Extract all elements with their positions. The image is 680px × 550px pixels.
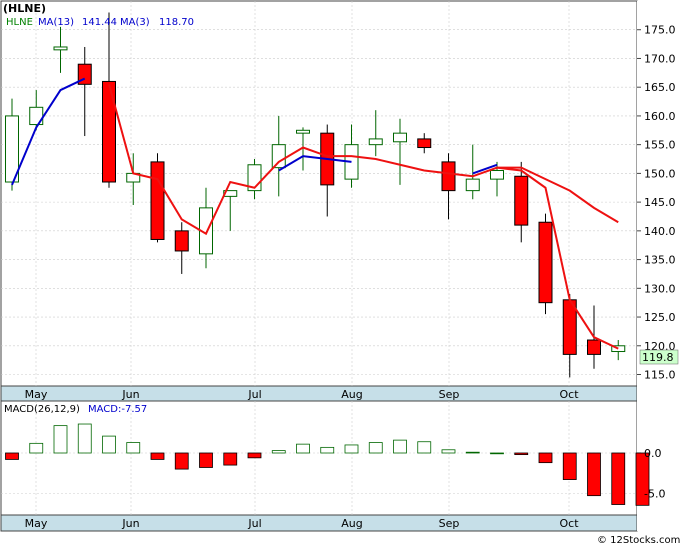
- price-ytick-label: 170.0: [644, 52, 676, 65]
- macd-bar: [223, 452, 238, 466]
- copyright: © 12Stocks.com: [597, 535, 680, 546]
- macd-value: MACD:-7.57: [88, 404, 147, 415]
- macd-xtick-label: Aug: [341, 517, 362, 530]
- chart-svg: 115.0120.0125.0130.0135.0140.0145.0150.0…: [0, 0, 680, 546]
- price-ytick-label: 125.0: [644, 311, 676, 324]
- last-price-label: 119.8: [642, 351, 674, 364]
- price-ytick-label: 155.0: [644, 139, 676, 152]
- chart-title: (HLNE): [3, 2, 46, 15]
- candle-body: [368, 138, 383, 146]
- macd-xtick-label: Sep: [439, 517, 460, 530]
- price-xtick-label: Oct: [559, 388, 579, 401]
- price-xaxis-band: [0, 385, 638, 402]
- macd-bar: [53, 425, 68, 454]
- price-ytick-label: 175.0: [644, 24, 676, 37]
- chart-container: 115.0 120.0 125.0 130.0 135.0 140.0 145.0 150.0…: [0, 0, 680, 546]
- price-ytick-label: 160.0: [644, 110, 676, 123]
- candle-body: [441, 161, 456, 192]
- candle-body: [53, 46, 68, 51]
- legend-label-hlne: HLNE: [6, 17, 33, 28]
- price-ytick-label: 145.0: [644, 196, 676, 209]
- macd-bar: [344, 444, 359, 454]
- macd-ytick-label: -5.0: [644, 487, 665, 500]
- macd-xtick-label: Jun: [121, 517, 139, 530]
- price-ytick-label: 115.0: [644, 369, 676, 382]
- price-panel-frame: [0, 0, 638, 402]
- price-ytick-label: 140.0: [644, 225, 676, 238]
- price-xtick-label: May: [25, 388, 48, 401]
- candle-body: [296, 129, 310, 134]
- candle-body: [417, 138, 432, 149]
- candle-body: [271, 144, 286, 169]
- legend-label-ma13: MA(13): [38, 17, 74, 28]
- macd-bar: [417, 441, 432, 454]
- price-ytick-label: 135.0: [644, 254, 676, 267]
- legend-label-ma3: MA(3): [120, 17, 150, 28]
- macd-bar: [441, 449, 456, 454]
- price-xtick-label: Aug: [341, 388, 362, 401]
- macd-xtick-label: May: [25, 517, 48, 530]
- price-ytick-label: 130.0: [644, 282, 676, 295]
- macd-bar: [514, 452, 529, 456]
- macd-bar: [77, 423, 92, 454]
- macd-ytick-label: 0.0: [644, 447, 662, 460]
- candle-body: [538, 221, 553, 304]
- price-ytick-label: 165.0: [644, 81, 676, 94]
- macd-bar: [102, 435, 116, 454]
- macd-bar: [562, 452, 577, 480]
- candle-body: [150, 161, 165, 240]
- candle-body: [102, 80, 116, 183]
- price-xtick-label: Jun: [121, 388, 139, 401]
- price-xtick-label: Jul: [247, 388, 261, 401]
- candle-body: [490, 170, 504, 180]
- macd-xtick-label: Oct: [559, 517, 579, 530]
- candle-body: [174, 230, 189, 252]
- macd-bar: [393, 439, 407, 454]
- candle-body: [587, 339, 601, 355]
- macd-bar: [296, 443, 310, 454]
- price-ytick-label: 150.0: [644, 167, 676, 180]
- macd-xaxis-band: [0, 514, 638, 532]
- macd-bar: [587, 452, 601, 497]
- macd-bar: [199, 452, 213, 468]
- macd-bar: [271, 450, 286, 454]
- macd-bar: [29, 442, 44, 454]
- legend-value-ma3: 118.70: [159, 17, 194, 28]
- price-xtick-label: Sep: [439, 388, 460, 401]
- macd-bar: [150, 452, 165, 460]
- macd-title: MACD(26,12,9): [4, 404, 80, 415]
- macd-bar: [5, 452, 19, 460]
- macd-bar: [611, 452, 626, 505]
- candle-body: [514, 175, 529, 226]
- candle-body: [465, 178, 480, 192]
- macd-bar: [465, 451, 480, 454]
- macd-bar: [247, 452, 262, 459]
- macd-bar: [320, 446, 335, 454]
- macd-bar: [126, 442, 141, 454]
- macd-bar: [368, 442, 383, 454]
- macd-bar: [490, 452, 504, 455]
- legend-value-ma13: 141.44: [82, 17, 117, 28]
- macd-bar: [174, 452, 189, 470]
- macd-bar: [538, 452, 553, 464]
- macd-xtick-label: Jul: [247, 517, 261, 530]
- macd-panel-frame: [0, 400, 638, 532]
- candle-body: [393, 132, 407, 143]
